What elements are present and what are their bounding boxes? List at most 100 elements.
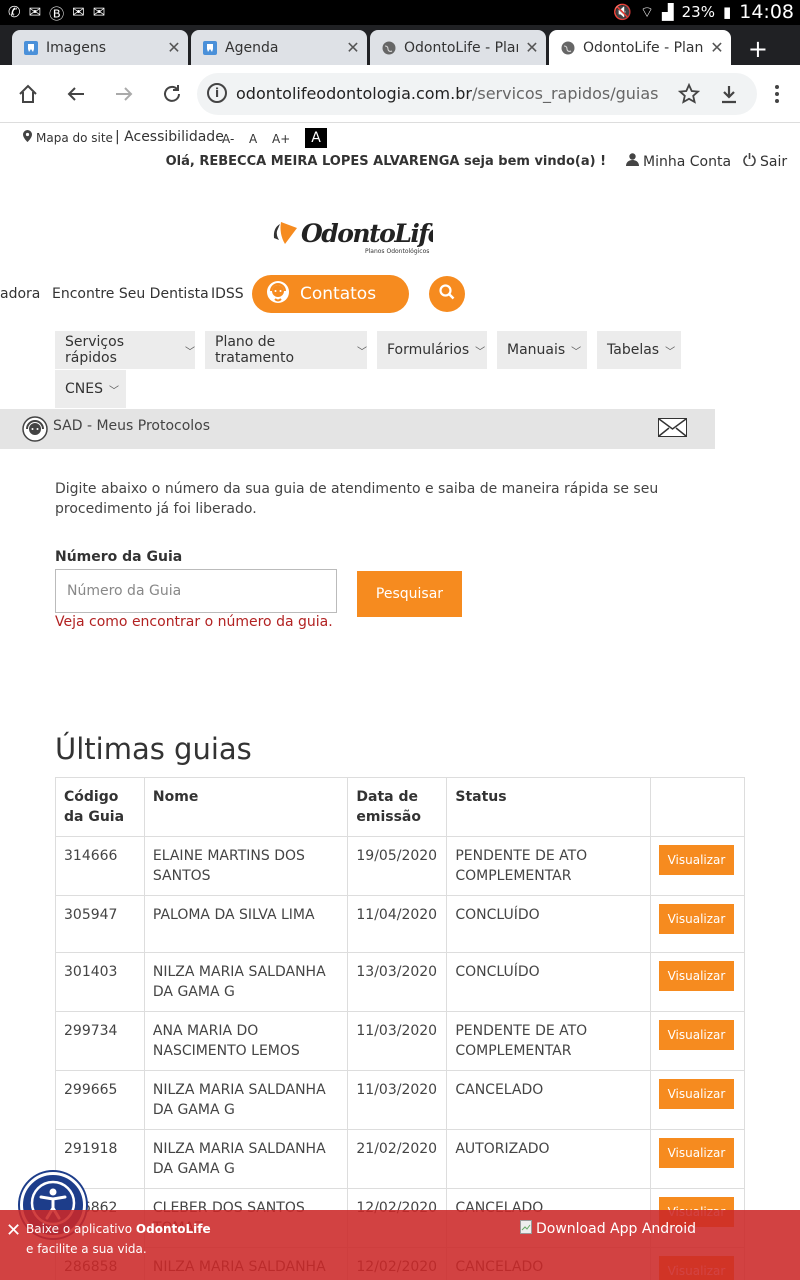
support-agent-icon xyxy=(266,280,290,309)
table-row: 305947 PALOMA DA SILVA LIMA 11/04/2020 CONC… xyxy=(55,895,746,953)
close-icon[interactable]: ✕ xyxy=(6,1220,21,1241)
cell-action: Visualizar xyxy=(649,952,746,1012)
guia-number-input[interactable] xyxy=(55,569,337,613)
col-header-action xyxy=(649,777,746,837)
tab-odontolife-1[interactable]: OdontoLife - Plano ✕ xyxy=(370,30,546,65)
menu-tabelas[interactable]: Tabelas ﹀ xyxy=(597,331,681,369)
nav-find-dentist[interactable]: Encontre Seu Dentista xyxy=(52,286,209,302)
tab-agenda[interactable]: Agenda ✕ xyxy=(191,30,367,65)
new-tab-plus-icon[interactable]: + xyxy=(748,35,768,63)
my-account-link[interactable]: Minha Conta xyxy=(626,153,731,170)
close-icon[interactable]: ✕ xyxy=(160,38,188,57)
view-guide-button[interactable]: Visualizar xyxy=(658,1079,734,1109)
gmail-icon: ✉ xyxy=(72,3,85,21)
guia-number-label: Número da Guia xyxy=(55,549,183,565)
accessibility-link[interactable]: | Acessibilidade xyxy=(115,129,224,145)
font-increase-button[interactable]: A+ xyxy=(272,132,290,146)
search-button[interactable] xyxy=(429,276,465,312)
close-icon[interactable]: ✕ xyxy=(339,38,367,57)
cell-name: ANA MARIA DO NASCIMENTO LEMOS xyxy=(143,1011,349,1071)
menu-formularios[interactable]: Formulários ﹀ xyxy=(377,331,487,369)
reload-icon[interactable] xyxy=(159,81,185,107)
globe-icon xyxy=(382,41,396,55)
signal-icon: ▟ xyxy=(662,3,674,21)
address-bar[interactable]: i odontolifeodontologia.com.br/servicos_… xyxy=(197,73,757,115)
close-icon[interactable]: ✕ xyxy=(518,38,546,57)
menu-plano-tratamento[interactable]: Plano de tratamento ﹀ xyxy=(205,331,367,369)
table-row: 299665 NILZA MARIA SALDANHA DA GAMA G 11/0… xyxy=(55,1070,746,1130)
envelope-icon[interactable] xyxy=(658,418,687,441)
download-android-link[interactable]: Download App Android xyxy=(520,1220,696,1238)
search-guia-button[interactable]: Pesquisar xyxy=(357,571,462,617)
url-path: /servicos_rapidos/guias xyxy=(471,84,659,103)
cell-name: NILZA MARIA SALDANHA DA GAMA G xyxy=(143,1129,349,1189)
chevron-down-icon: ﹀ xyxy=(185,346,195,358)
table-row: 299734 ANA MARIA DO NASCIMENTO LEMOS 11/03… xyxy=(55,1011,746,1071)
browser-toolbar: i odontolifeodontologia.com.br/servicos_… xyxy=(0,65,800,123)
map-pin-icon xyxy=(23,130,32,145)
col-header-date: Data de emissão xyxy=(347,777,448,837)
cell-code: 314666 xyxy=(55,836,145,896)
chevron-down-icon: ﹀ xyxy=(571,346,582,358)
cell-name: NILZA MARIA SALDANHA DA GAMA G xyxy=(143,1070,349,1130)
tab-odontolife-active[interactable]: OdontoLife - Plano ✕ xyxy=(549,30,731,65)
greeting-text: Olá, REBECCA MEIRA LOPES ALVARENGA seja … xyxy=(165,154,606,169)
tab-imagens[interactable]: Imagens ✕ xyxy=(12,30,188,65)
contacts-button[interactable]: Contatos xyxy=(252,275,409,313)
font-normal-button[interactable]: A xyxy=(249,132,257,146)
sad-protocols-bar[interactable]: SAD - Meus Protocolos xyxy=(0,409,715,449)
close-icon[interactable]: ✕ xyxy=(703,38,731,57)
menu-label: Formulários xyxy=(387,342,470,358)
cell-name: ELAINE MARTINS DOS SANTOS xyxy=(143,836,349,896)
cell-date: 11/03/2020 xyxy=(347,1070,448,1130)
tab-title: OdontoLife - Plano xyxy=(404,39,518,56)
more-menu-icon[interactable] xyxy=(764,81,790,107)
download-icon[interactable] xyxy=(716,81,742,107)
sitemap-link[interactable]: Mapa do site xyxy=(23,130,113,145)
menu-servicos-rapidos[interactable]: Serviços rápidos ﹀ xyxy=(55,331,195,369)
guia-help-link[interactable]: Veja como encontrar o número da guia. xyxy=(55,614,333,630)
logo-wordmark: OdontoLife xyxy=(301,219,433,248)
battery-level: 23% xyxy=(681,3,715,21)
view-guide-button[interactable]: Visualizar xyxy=(658,845,734,875)
forward-arrow-icon[interactable] xyxy=(111,81,137,107)
font-decrease-button[interactable]: A- xyxy=(222,132,234,146)
logout-link[interactable]: Sair xyxy=(743,153,787,170)
menu-label: Serviços rápidos xyxy=(65,334,124,366)
tab-title: Imagens xyxy=(46,39,107,56)
bitcoin-icon: Ⓑ xyxy=(49,5,65,23)
view-guide-button[interactable]: Visualizar xyxy=(658,961,734,991)
status-bar: ✆ ✉ Ⓑ ✉ ✉ 🔇 ⌔ ▟ 23% ▮ 14:08 xyxy=(0,0,800,25)
col-header-code: Código da Guia xyxy=(55,777,145,837)
email-icon: ✉ xyxy=(28,3,42,21)
intro-text: Digite abaixo o número da sua guia de at… xyxy=(55,481,659,517)
home-icon[interactable] xyxy=(15,81,41,107)
tab-title: OdontoLife - Plano xyxy=(583,39,703,56)
cell-code: 299734 xyxy=(55,1011,145,1071)
odontolife-logo[interactable]: OdontoLife Planos Odontológicos xyxy=(271,212,444,256)
cell-status: CONCLUÍDO xyxy=(446,952,651,1012)
latest-guides-heading: Últimas guias xyxy=(55,732,252,766)
back-arrow-icon[interactable] xyxy=(63,81,89,107)
view-guide-button[interactable]: Visualizar xyxy=(658,1138,734,1168)
info-icon[interactable]: i xyxy=(207,83,227,103)
menu-manuais[interactable]: Manuais ﹀ xyxy=(497,331,587,369)
cell-name: NILZA MARIA SALDANHA DA GAMA G xyxy=(143,952,349,1012)
cell-status: PENDENTE DE ATO COMPLEMENTAR xyxy=(446,836,651,896)
view-guide-button[interactable]: Visualizar xyxy=(658,904,734,934)
cell-date: 21/02/2020 xyxy=(347,1129,448,1189)
url-text[interactable]: odontolifeodontologia.com.br/servicos_ra… xyxy=(236,84,659,103)
nav-idss[interactable]: IDSS xyxy=(211,286,244,302)
chevron-down-icon: ﹀ xyxy=(108,385,119,397)
menu-label: Manuais xyxy=(507,342,566,358)
sad-label: SAD - Meus Protocolos xyxy=(53,418,211,434)
high-contrast-button[interactable]: A xyxy=(305,128,327,148)
cell-date: 11/03/2020 xyxy=(347,1011,448,1071)
guides-table: Código da Guia Nome Data de emissão Stat… xyxy=(55,777,746,1280)
star-icon[interactable] xyxy=(676,81,702,107)
user-icon xyxy=(626,153,639,170)
nav-link-partial[interactable]: adora xyxy=(0,286,40,302)
menu-cnes[interactable]: CNES ﹀ xyxy=(55,370,126,408)
view-guide-button[interactable]: Visualizar xyxy=(658,1020,734,1050)
logout-label: Sair xyxy=(760,153,788,170)
